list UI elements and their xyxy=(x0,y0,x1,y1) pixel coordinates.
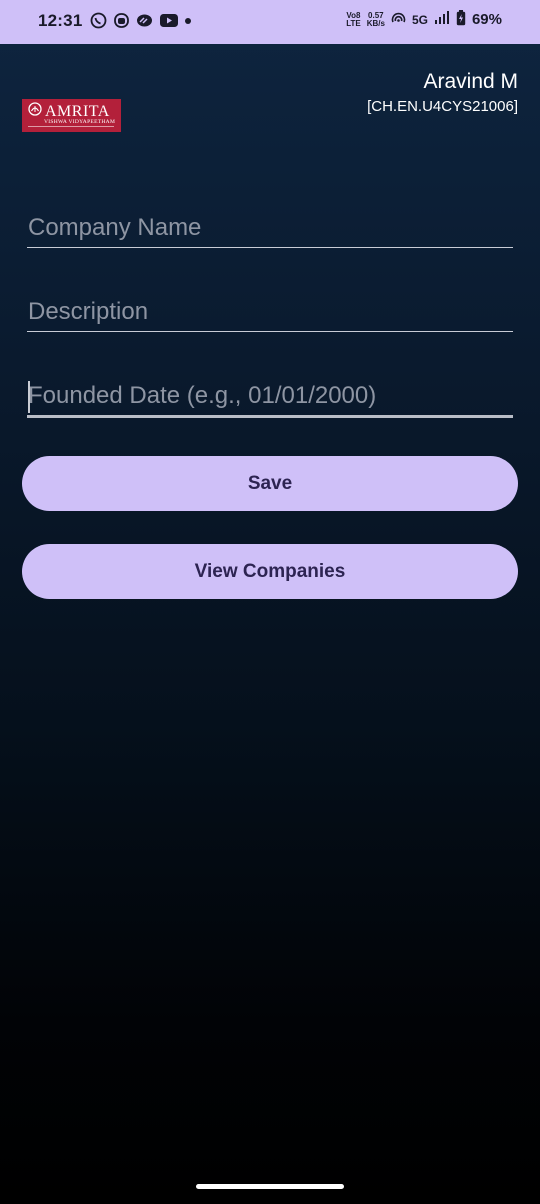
battery-charging-icon xyxy=(456,10,466,29)
signal-icon xyxy=(434,11,450,28)
user-id: [CH.EN.U4CYS21006] xyxy=(367,98,518,115)
youtube-icon xyxy=(160,14,178,27)
founded-date-field[interactable] xyxy=(27,376,513,418)
view-companies-button[interactable]: View Companies xyxy=(22,544,518,599)
network-speed: 0.57 KB/s xyxy=(366,10,385,28)
battery-level: 69% xyxy=(471,11,502,28)
emblem-icon xyxy=(28,102,42,121)
amrita-logo: AMRITA VISHWA VIDYAPEETHAM xyxy=(22,99,121,132)
description-field[interactable] xyxy=(27,292,513,332)
app-icon xyxy=(136,13,153,28)
hotspot-icon xyxy=(391,12,406,28)
whatsapp-icon xyxy=(90,12,107,29)
status-time: 12:31 xyxy=(38,11,83,30)
instagram-icon xyxy=(114,13,129,28)
user-name: Aravind M xyxy=(423,70,518,93)
logo-text: AMRITA xyxy=(45,102,110,120)
text-cursor xyxy=(28,381,30,413)
volte-indicator: Vo8 LTE xyxy=(346,10,361,28)
status-bar: 12:31 Vo8 LTE 0.57 KB/s 5G 69% xyxy=(0,0,540,44)
company-name-field[interactable] xyxy=(27,208,513,248)
home-indicator[interactable] xyxy=(196,1184,344,1189)
network-type: 5G xyxy=(411,12,428,27)
notification-icons xyxy=(90,12,191,29)
logo-subtext: VISHWA VIDYAPEETHAM xyxy=(44,119,116,125)
dot-icon xyxy=(185,17,191,24)
system-icons: Vo8 LTE 0.57 KB/s 5G 69% xyxy=(346,10,502,29)
save-button[interactable]: Save xyxy=(22,456,518,511)
